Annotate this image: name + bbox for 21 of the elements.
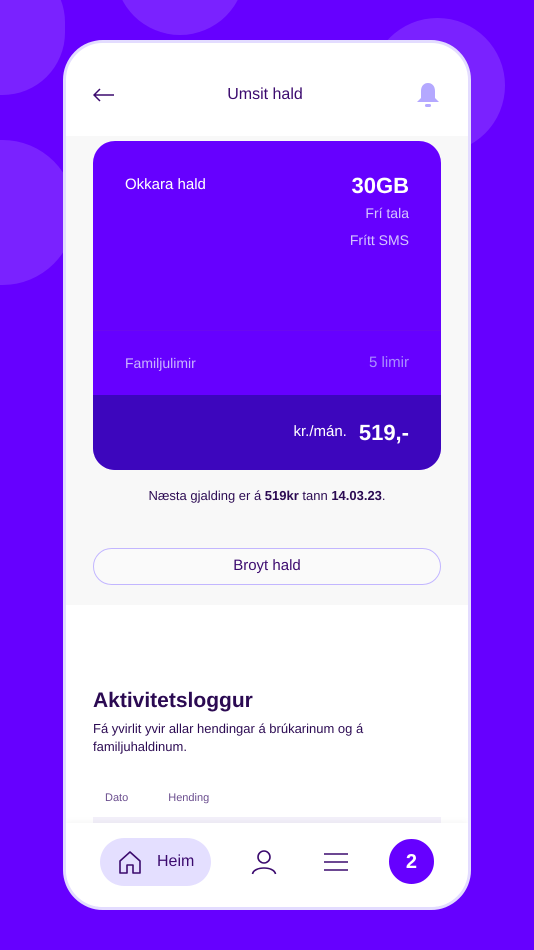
section-title: Aktivitetsloggur — [93, 688, 254, 714]
home-tab[interactable]: Heim — [100, 838, 212, 886]
price-unit: kr./mán. — [293, 422, 347, 442]
plan-feature: Frítt SMS — [350, 231, 409, 250]
column-header: Dato — [105, 791, 128, 806]
column-header: Hending — [168, 791, 210, 806]
change-plan-button[interactable]: Broyt hald — [93, 548, 441, 584]
data-amount: 30GB — [352, 175, 409, 197]
plan-name: Okkara hald — [125, 175, 206, 195]
section-description: Fá yvirlit yvir allar hendingar á brúkarinum og á familjuhaldinum. — [93, 720, 364, 756]
page-title: Umsit hald — [227, 84, 303, 104]
menu-icon — [323, 852, 350, 871]
brand-logo-button[interactable]: 2 — [388, 839, 434, 884]
billing-note: Næsta gjalding er á 519kr tann 14.03.23. — [148, 487, 386, 505]
back-arrow-icon[interactable] — [93, 88, 115, 102]
profile-icon — [251, 848, 278, 875]
home-icon — [117, 848, 143, 875]
plan-feature: Frí tala — [365, 204, 409, 223]
family-count: 5 limir — [369, 352, 409, 373]
price-value: 519,- — [358, 419, 409, 447]
family-label: Familjulimir — [125, 354, 196, 373]
